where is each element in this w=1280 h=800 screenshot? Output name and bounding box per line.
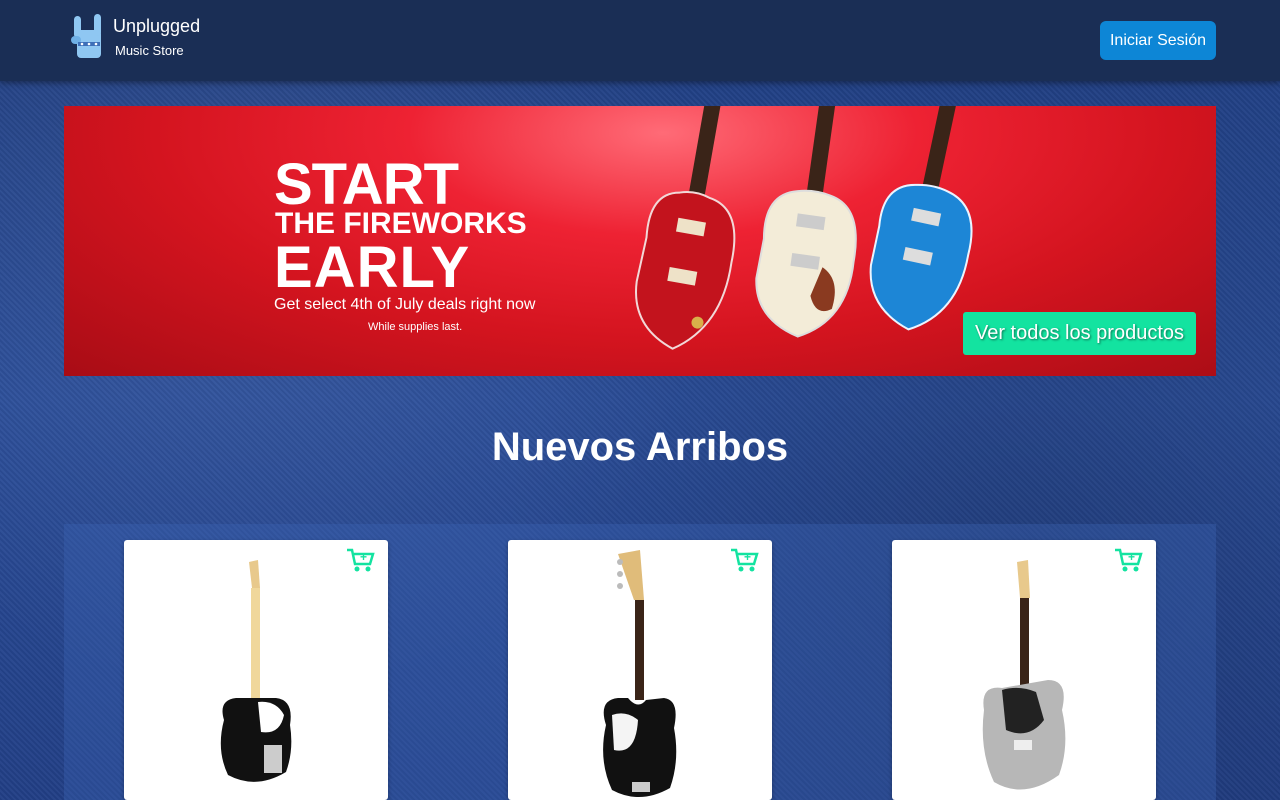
view-all-products-button[interactable]: Ver todos los productos bbox=[963, 312, 1196, 355]
svg-text:+: + bbox=[1128, 550, 1135, 564]
brand-subtitle: Music Store bbox=[115, 43, 184, 58]
jazz-bass-guitar-image bbox=[603, 550, 677, 798]
banner-supplies-text: While supplies last. bbox=[368, 321, 463, 333]
add-to-cart-icon[interactable]: + bbox=[1114, 546, 1144, 574]
add-to-cart-icon[interactable]: + bbox=[346, 546, 376, 574]
rock-hand-icon[interactable] bbox=[70, 12, 106, 60]
banner-deals-text: Get select 4th of July deals right now bbox=[274, 296, 536, 313]
section-title: Nuevos Arribos bbox=[491, 425, 789, 469]
add-to-cart-icon[interactable]: + bbox=[730, 546, 760, 574]
product-card[interactable]: + bbox=[892, 540, 1156, 800]
site-header: Unplugged Music Store Iniciar Sesión bbox=[0, 0, 1280, 81]
product-card[interactable]: + bbox=[508, 540, 772, 800]
telecaster-guitar-image bbox=[220, 560, 292, 782]
jaguar-guitar-image bbox=[982, 560, 1066, 790]
svg-text:+: + bbox=[360, 550, 367, 564]
svg-text:+: + bbox=[744, 550, 751, 564]
login-button[interactable]: Iniciar Sesión bbox=[1100, 21, 1216, 60]
product-card[interactable]: + bbox=[124, 540, 388, 800]
banner-guitars-image bbox=[635, 106, 973, 350]
promo-banner[interactable]: START THE FIREWORKS EARLY Get select 4th… bbox=[64, 106, 1216, 376]
banner-headline-early: EARLY bbox=[274, 235, 471, 300]
brand-name[interactable]: Unplugged bbox=[113, 16, 200, 37]
banner-headline-start: START bbox=[274, 152, 459, 217]
